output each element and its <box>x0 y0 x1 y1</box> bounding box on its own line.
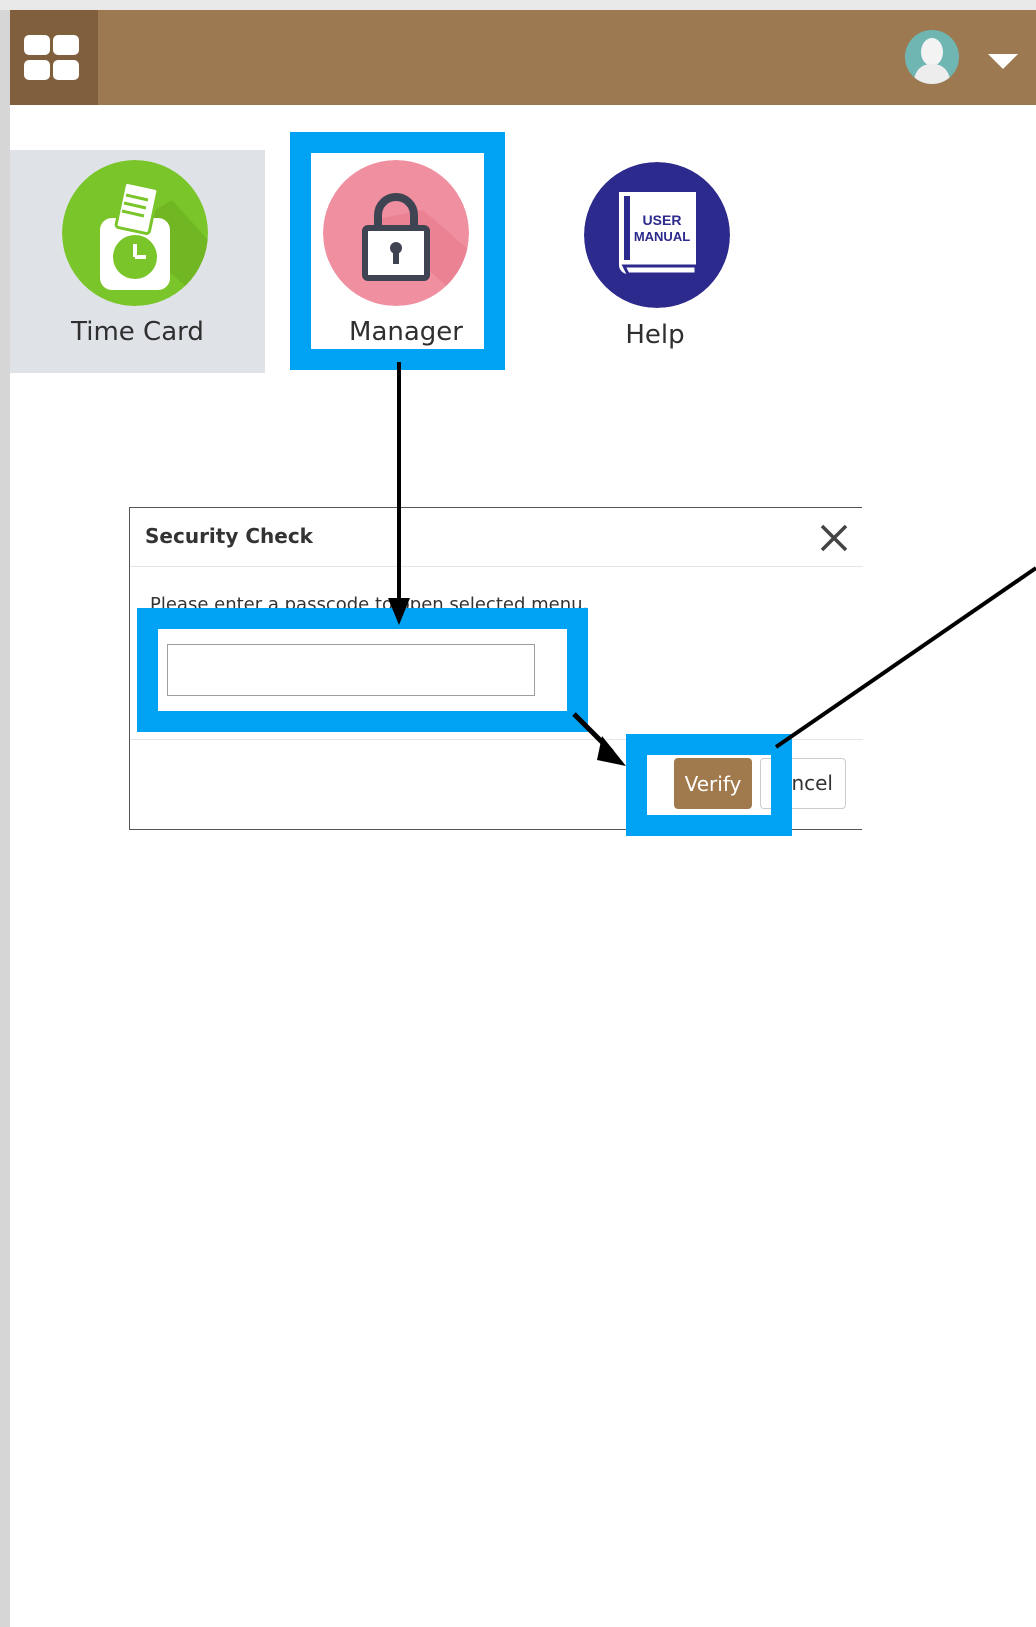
dialog-divider <box>130 566 863 567</box>
close-icon[interactable] <box>816 520 852 556</box>
window-top-edge <box>0 0 1036 10</box>
tile-help-label: Help <box>625 320 685 350</box>
user-avatar-icon[interactable] <box>905 30 959 84</box>
user-manual-icon: USER MANUAL <box>584 162 730 308</box>
apps-menu-button[interactable] <box>10 10 98 105</box>
svg-text:MANUAL: MANUAL <box>634 229 690 244</box>
chevron-down-icon[interactable] <box>988 54 1018 69</box>
timecard-icon <box>62 160 208 306</box>
app-header <box>10 10 1036 105</box>
tile-help[interactable]: USER MANUAL Help <box>570 150 740 360</box>
dialog-title: Security Check <box>145 524 313 548</box>
highlight-verify-button <box>626 734 792 836</box>
highlight-passcode-input <box>137 608 588 732</box>
window-left-edge <box>0 10 10 1627</box>
tile-time-card[interactable]: Time Card <box>10 150 265 373</box>
highlight-manager-tile <box>290 132 505 370</box>
svg-text:USER: USER <box>643 212 682 228</box>
tile-time-card-label: Time Card <box>71 317 204 347</box>
